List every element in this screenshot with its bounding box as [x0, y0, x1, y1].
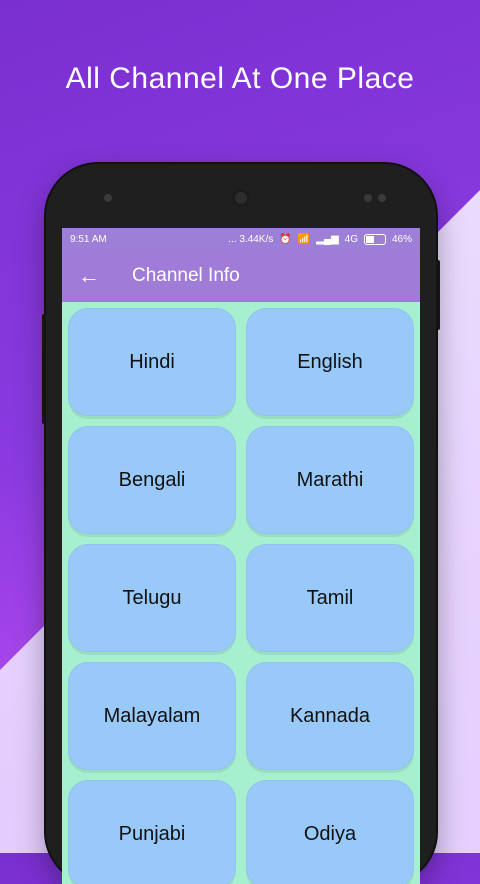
language-label: Marathi	[296, 468, 364, 491]
language-card-odiya[interactable]: Odiya	[246, 780, 414, 884]
promo-headline: All Channel At One Place	[65, 62, 415, 95]
wifi-icon: 📶	[297, 233, 311, 245]
app-bar: ← Channel Info	[62, 250, 420, 302]
language-label: Bengali	[118, 468, 186, 491]
front-camera	[232, 189, 250, 207]
language-card-english[interactable]: English	[246, 308, 414, 416]
language-label: Kannada	[289, 704, 371, 727]
signal-icon: ▂▄▆	[316, 233, 339, 245]
language-card-malayalam[interactable]: Malayalam	[68, 662, 236, 770]
language-grid: Hindi English Bengali Marathi Telugu Tam…	[62, 302, 420, 884]
phone-frame: 9:51 AM ... 3.44K/s ⏰ 📶 ▂▄▆ 4G 46% ← Cha…	[42, 164, 440, 884]
volume-button	[42, 314, 46, 424]
network-type: 4G	[344, 233, 358, 245]
language-label: Malayalam	[103, 704, 201, 727]
network-speed: ... 3.44K/s	[228, 233, 274, 245]
sensor-dot	[364, 194, 372, 202]
status-bar: 9:51 AM ... 3.44K/s ⏰ 📶 ▂▄▆ 4G 46%	[62, 228, 420, 250]
language-card-tamil[interactable]: Tamil	[246, 544, 414, 652]
phone-top-bezel	[46, 164, 436, 224]
status-time: 9:51 AM	[70, 233, 107, 245]
device-screen: 9:51 AM ... 3.44K/s ⏰ 📶 ▂▄▆ 4G 46% ← Cha…	[62, 228, 420, 884]
proximity-sensor-dot	[104, 194, 112, 202]
language-label: Tamil	[306, 586, 354, 609]
language-label: English	[297, 350, 363, 373]
status-indicators: ... 3.44K/s ⏰ 📶 ▂▄▆ 4G 46%	[228, 233, 412, 245]
arrow-left-icon[interactable]: ←	[62, 250, 116, 302]
language-card-telugu[interactable]: Telugu	[68, 544, 236, 652]
language-label: Hindi	[129, 350, 175, 373]
app-bar-title: Channel Info	[132, 265, 240, 286]
battery-level: 46%	[391, 233, 412, 245]
language-label: Telugu	[122, 586, 182, 609]
language-label: Odiya	[303, 822, 357, 845]
language-card-marathi[interactable]: Marathi	[246, 426, 414, 534]
language-card-hindi[interactable]: Hindi	[68, 308, 236, 416]
language-card-bengali[interactable]: Bengali	[68, 426, 236, 534]
battery-icon	[363, 233, 386, 245]
language-card-kannada[interactable]: Kannada	[246, 662, 414, 770]
sensor-dot	[378, 194, 386, 202]
language-label: Punjabi	[118, 822, 186, 845]
alarm-icon: ⏰	[279, 233, 292, 245]
power-button	[436, 260, 440, 330]
language-card-punjabi[interactable]: Punjabi	[68, 780, 236, 884]
